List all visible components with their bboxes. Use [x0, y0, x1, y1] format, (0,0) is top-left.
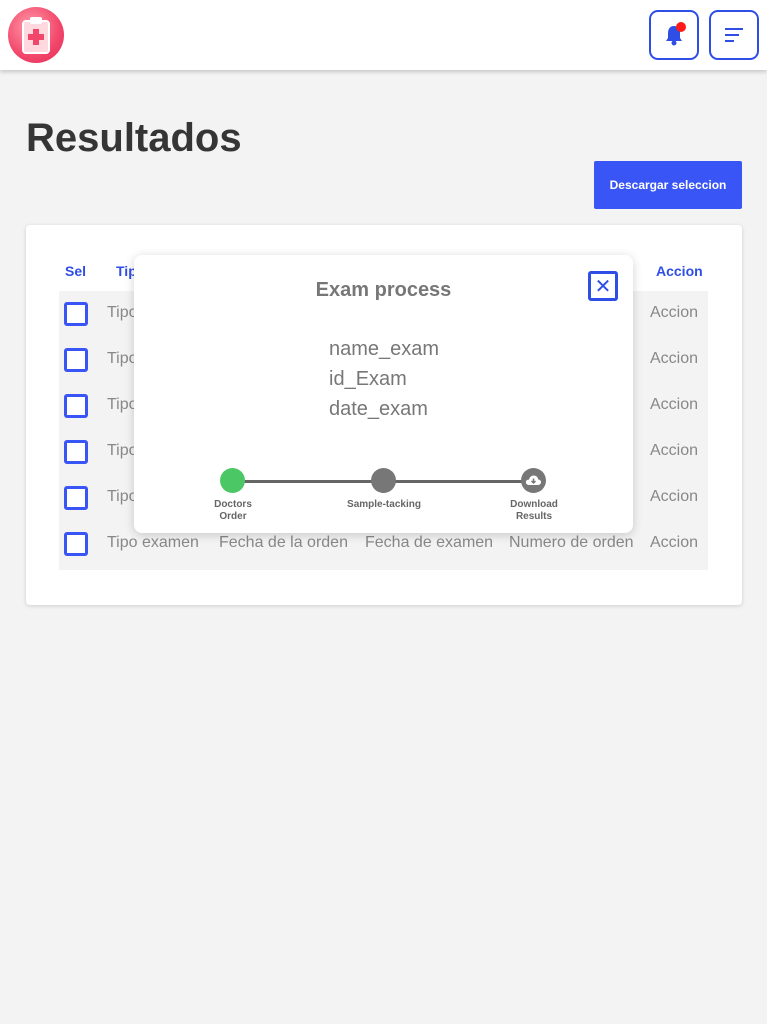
step-sample-tacking-dot [371, 468, 396, 493]
notification-badge [676, 22, 686, 32]
exam-date: date_exam [329, 398, 428, 420]
exam-name: name_exam [329, 338, 440, 360]
cell-tipo: Tipo [107, 442, 138, 459]
step-label-line: Download [510, 499, 558, 510]
cell-numero-orden: Numero de orden [509, 534, 634, 551]
app-logo[interactable] [8, 7, 64, 63]
cell-accion[interactable]: Accion [650, 442, 698, 460]
cell-tipo: Tipo [107, 350, 138, 367]
cell-accion[interactable]: Accion [650, 304, 698, 322]
step-label-line: Order [219, 511, 247, 522]
row-checkbox[interactable] [64, 440, 88, 464]
page-title: Resultados [26, 116, 242, 160]
cell-fecha-orden: Fecha de la orden [219, 534, 348, 551]
cell-accion[interactable]: Accion [650, 350, 698, 368]
step-label-line: Results [515, 511, 553, 522]
cell-accion[interactable]: Accion [650, 396, 698, 414]
step-label-doctors-order: Doctors Order [188, 499, 278, 523]
cell-tipo: Tipo [107, 304, 138, 321]
cell-tipo: Tipo [107, 488, 138, 505]
cloud-download-icon [525, 475, 542, 485]
exam-process-modal: Exam process ✕ name_exam id_Exam date_ex… [134, 255, 633, 533]
step-label-sample-tacking: Sample-tacking [339, 499, 429, 511]
column-header-accion: Accion [656, 263, 703, 279]
row-checkbox[interactable] [64, 302, 88, 326]
download-selection-button[interactable]: Descargar seleccion [594, 161, 742, 209]
exam-id: id_Exam [329, 368, 407, 390]
step-label-line: Sample-tacking [347, 499, 421, 510]
row-checkbox[interactable] [64, 348, 88, 372]
row-checkbox[interactable] [64, 486, 88, 510]
row-checkbox[interactable] [64, 394, 88, 418]
cell-accion[interactable]: Accion [650, 488, 698, 506]
column-header-sel: Sel [65, 263, 87, 279]
menu-button[interactable] [709, 10, 759, 60]
close-button[interactable]: ✕ [588, 271, 618, 301]
cell-tipo: Tipo [107, 396, 138, 413]
row-checkbox[interactable] [64, 532, 88, 556]
step-download-results-dot[interactable] [521, 468, 546, 493]
step-label-download-results: Download Results [489, 499, 579, 523]
top-bar [0, 0, 767, 70]
notifications-button[interactable] [649, 10, 699, 60]
step-doctors-order-dot [220, 468, 245, 493]
cell-accion[interactable]: Accion [650, 534, 698, 552]
medical-clipboard-icon [22, 17, 50, 54]
step-label-line: Doctors [214, 499, 252, 510]
menu-icon [725, 28, 743, 42]
cell-tipo: Tipo examen [107, 534, 199, 551]
cell-fecha-examen: Fecha de examen [365, 534, 494, 551]
modal-title: Exam process [315, 279, 452, 301]
